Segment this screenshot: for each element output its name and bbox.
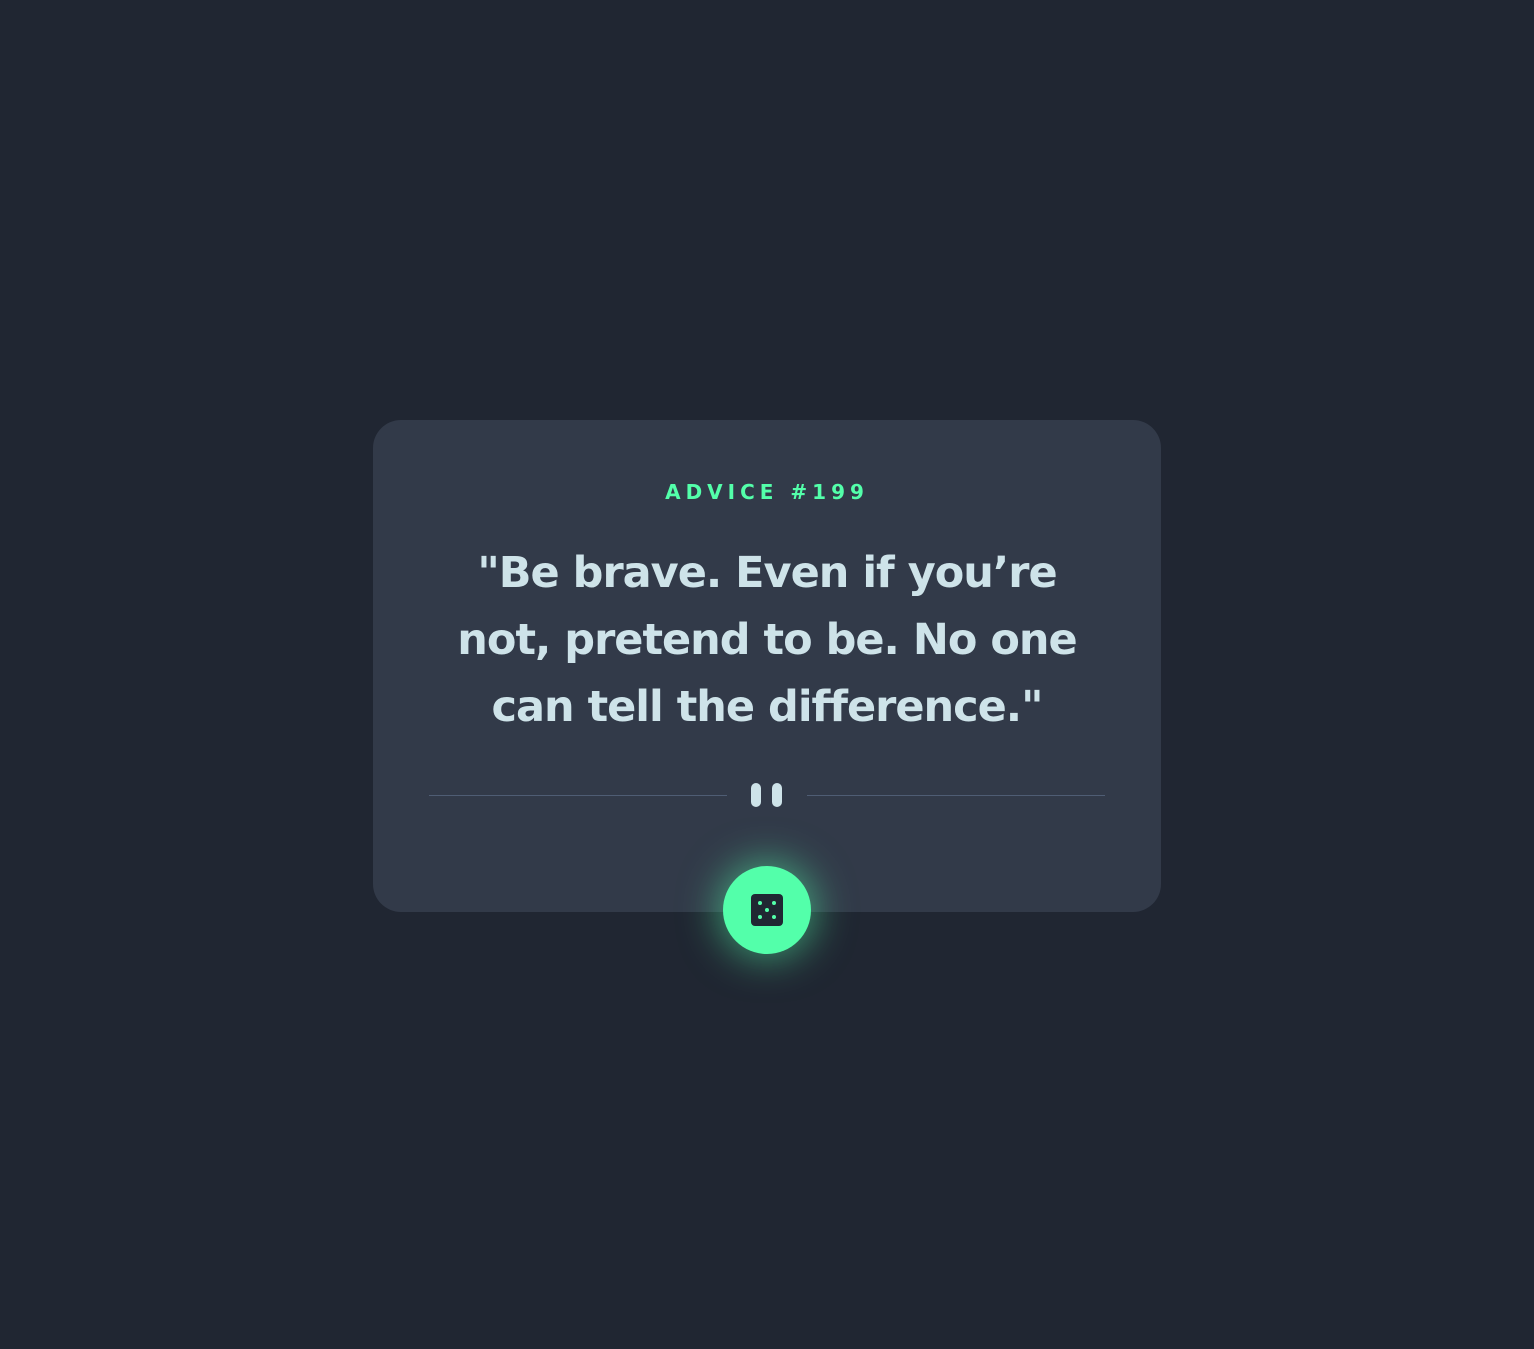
pause-icon bbox=[751, 783, 783, 807]
pause-bar-left bbox=[751, 783, 761, 807]
dice-icon bbox=[751, 894, 783, 926]
advice-quote: "Be brave. Even if you’re not, pretend t… bbox=[457, 548, 1077, 732]
divider-line-right bbox=[807, 795, 1105, 796]
new-advice-button[interactable] bbox=[723, 866, 811, 954]
pause-bar-right bbox=[772, 783, 782, 807]
advice-id-label: ADVICE #199 bbox=[665, 480, 869, 504]
divider-line-left bbox=[429, 795, 727, 796]
